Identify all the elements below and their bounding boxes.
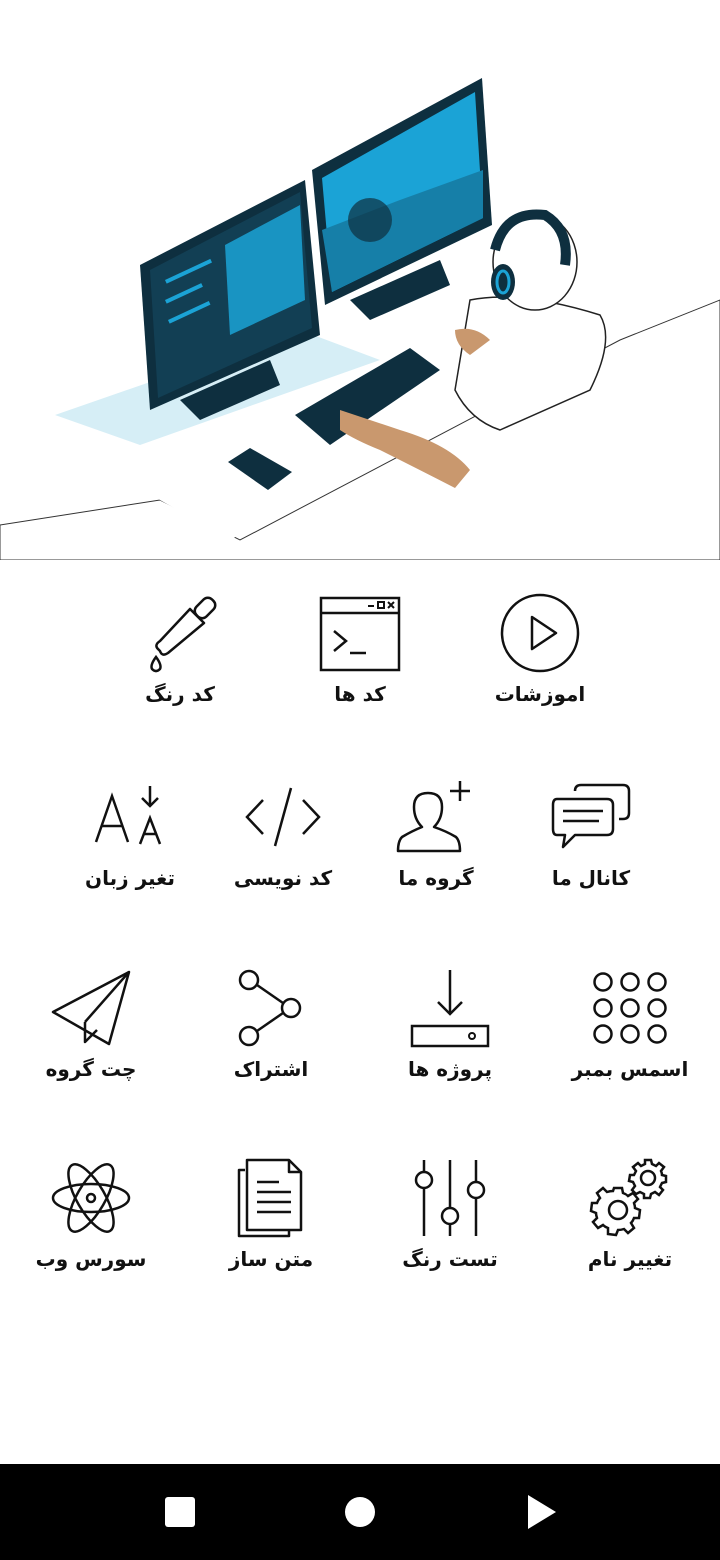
- download-tray-icon: [405, 963, 495, 1053]
- system-navigation-bar: [0, 1464, 720, 1560]
- recents-square-icon[interactable]: [160, 1492, 200, 1532]
- tile-projects[interactable]: پروژه ها: [365, 963, 535, 1093]
- eyedropper-icon: [135, 588, 225, 678]
- paper-plane-icon: [46, 963, 136, 1053]
- tile-our-group[interactable]: گروه ما: [351, 772, 521, 902]
- tile-label: گروه ما: [398, 866, 474, 890]
- tile-label: کد نویسی: [233, 866, 333, 890]
- translate-icon: [85, 772, 175, 862]
- tile-label: اسمس بمبر: [571, 1057, 689, 1081]
- tile-label: متن ساز: [228, 1247, 314, 1271]
- tile-label: تست رنگ: [402, 1247, 498, 1271]
- share-icon: [226, 963, 316, 1053]
- tile-our-channel[interactable]: کانال ما: [506, 772, 676, 902]
- tile-label: چت گروه: [45, 1057, 137, 1081]
- tile-label: سورس وب: [35, 1247, 147, 1271]
- tile-label: کد ها: [334, 682, 386, 706]
- tile-label: تغیر زبان: [85, 866, 175, 890]
- tile-color-test[interactable]: تست رنگ: [365, 1153, 535, 1283]
- dots-grid-icon: [585, 963, 675, 1053]
- tile-web-source[interactable]: سورس وب: [6, 1153, 176, 1283]
- tile-group-chat[interactable]: چت گروه: [6, 963, 176, 1093]
- play-circle-icon: [495, 588, 585, 678]
- tile-share[interactable]: اشتراک: [186, 963, 356, 1093]
- back-triangle-icon[interactable]: [522, 1492, 562, 1532]
- code-brackets-icon: [238, 772, 328, 862]
- tile-label: اموزشات: [494, 682, 586, 706]
- hero-illustration: [0, 0, 720, 560]
- tile-label: کد رنگ: [145, 682, 215, 706]
- home-circle-icon[interactable]: [340, 1492, 380, 1532]
- tile-color-code[interactable]: کد رنگ: [95, 588, 265, 718]
- tile-change-language[interactable]: تغیر زبان: [45, 772, 215, 902]
- tile-rename[interactable]: تغییر نام: [545, 1153, 715, 1283]
- tile-coding[interactable]: کد نویسی: [198, 772, 368, 902]
- terminal-window-icon: [315, 588, 405, 678]
- tile-label: تغییر نام: [587, 1247, 673, 1271]
- document-icon: [226, 1153, 316, 1243]
- atom-icon: [46, 1153, 136, 1243]
- tile-sms-bomber[interactable]: اسمس بمبر: [545, 963, 715, 1093]
- tile-text-maker[interactable]: متن ساز: [186, 1153, 356, 1283]
- tile-label: اشتراک: [233, 1057, 309, 1081]
- chat-bubbles-icon: [546, 772, 636, 862]
- tile-label: کانال ما: [551, 866, 631, 890]
- tile-codes[interactable]: کد ها: [275, 588, 445, 718]
- gears-icon: [585, 1153, 675, 1243]
- tile-tutorials[interactable]: اموزشات: [455, 588, 625, 718]
- tile-label: پروژه ها: [407, 1057, 493, 1081]
- sliders-icon: [405, 1153, 495, 1243]
- add-user-icon: [391, 772, 481, 862]
